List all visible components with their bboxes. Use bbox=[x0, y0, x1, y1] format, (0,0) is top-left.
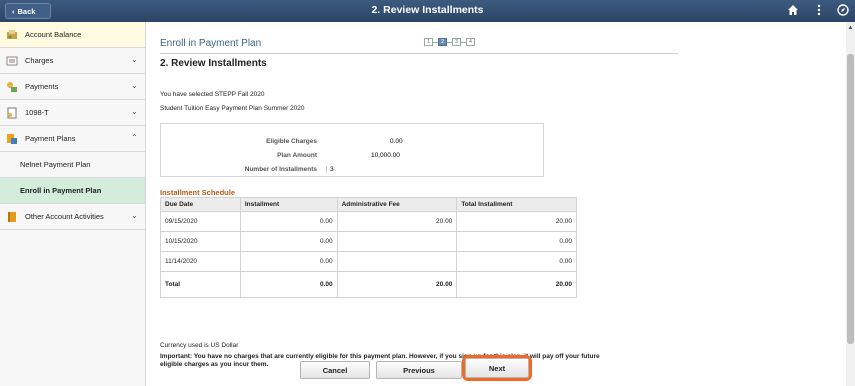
chevron-down-icon: ⌄ bbox=[131, 55, 138, 64]
total-installment-cell: 0.00 bbox=[456, 231, 577, 252]
page-title: 2. Review Installments bbox=[160, 58, 267, 69]
selected-plan-text: You have selected STEPP Fall 2020 bbox=[160, 91, 265, 98]
scroll-up-arrow-icon[interactable]: ▲ bbox=[847, 25, 854, 31]
payments-icon bbox=[7, 81, 17, 92]
sidebar: Account Balance Charges ⌄ Payments ⌄ 109… bbox=[0, 22, 146, 386]
sidebar-item-label: Payments bbox=[25, 82, 59, 91]
due-date-cell: 09/15/2020 bbox=[160, 211, 241, 232]
chevron-down-icon: ⌄ bbox=[131, 211, 138, 220]
column-header: Total Installment bbox=[456, 197, 577, 212]
installment-cell: 0.00 bbox=[239, 251, 338, 272]
total-admin-fee-sum: 20.00 bbox=[336, 271, 458, 298]
due-date-cell: 11/14/2020 bbox=[160, 251, 241, 272]
table-row: 10/15/2020 0.00 0.00 bbox=[160, 231, 577, 252]
column-header: Installment bbox=[239, 197, 338, 212]
admin-fee-cell: 20.00 bbox=[336, 211, 458, 232]
currency-note: Currency used is US Dollar bbox=[160, 342, 239, 349]
selected-plan-description: Student Tuition Easy Payment Plan Summer… bbox=[160, 105, 305, 112]
installment-cell: 0.00 bbox=[239, 231, 338, 252]
sidebar-item-label: Other Account Activities bbox=[25, 212, 104, 221]
step-2-current: 2 bbox=[438, 38, 447, 46]
chevron-down-icon: ⌄ bbox=[131, 81, 138, 90]
admin-fee-cell bbox=[336, 231, 458, 252]
payment-plans-icon bbox=[7, 133, 17, 144]
folder-icon bbox=[8, 211, 16, 222]
sidebar-item-label: Charges bbox=[25, 56, 54, 65]
account-balance-icon bbox=[7, 29, 17, 39]
table-header-row: Due Date Installment Administrative Fee … bbox=[160, 197, 577, 212]
sidebar-item-payment-plans[interactable]: Payment Plans ⌃ bbox=[0, 126, 145, 152]
sidebar-item-payments[interactable]: Payments ⌄ bbox=[0, 74, 145, 100]
sidebar-item-other-account-activities[interactable]: Other Account Activities ⌄ bbox=[0, 204, 145, 230]
total-installment-cell: 0.00 bbox=[456, 251, 577, 272]
table-row: 11/14/2020 0.00 0.00 bbox=[160, 251, 577, 272]
sidebar-item-label: Account Balance bbox=[25, 30, 82, 39]
tax-form-icon bbox=[7, 107, 17, 118]
plan-amount-value: 10,000.00 bbox=[371, 152, 400, 159]
main-content: Enroll in Payment Plan 1 2 3 4 2. Review… bbox=[146, 22, 846, 386]
eligible-charges-label: Eligible Charges bbox=[266, 138, 317, 145]
step-3: 3 bbox=[452, 38, 461, 46]
divider bbox=[160, 53, 678, 54]
home-icon[interactable] bbox=[786, 4, 800, 18]
due-date-cell: 10/15/2020 bbox=[160, 231, 241, 252]
installment-cell: 0.00 bbox=[239, 211, 338, 232]
table-row: 09/15/2020 0.00 20.00 20.00 bbox=[160, 211, 577, 232]
scrollbar-thumb[interactable] bbox=[847, 54, 854, 344]
charges-icon bbox=[6, 56, 18, 65]
table-total-row: Total 0.00 20.00 20.00 bbox=[160, 271, 577, 298]
navbar-compass-icon[interactable] bbox=[836, 4, 850, 18]
sidebar-item-enroll-in-payment-plan[interactable]: Enroll in Payment Plan bbox=[0, 178, 145, 204]
sidebar-item-nelnet-payment-plan[interactable]: Nelnet Payment Plan bbox=[0, 152, 145, 178]
step-indicator: 1 2 3 4 bbox=[424, 38, 475, 46]
installments-count-value: 3 bbox=[326, 166, 334, 173]
admin-fee-cell bbox=[336, 251, 458, 272]
top-bar: ‹ Back 2. Review Installments bbox=[0, 0, 855, 22]
enroll-title: Enroll in Payment Plan bbox=[160, 38, 262, 49]
step-1: 1 bbox=[424, 38, 433, 46]
total-installment-sum: 0.00 bbox=[239, 271, 338, 298]
installments-count-label: Number of Installments bbox=[244, 166, 317, 173]
plan-amount-label: Plan Amount bbox=[277, 152, 317, 159]
grand-total: 20.00 bbox=[456, 271, 577, 298]
step-4: 4 bbox=[466, 38, 475, 46]
sidebar-item-label: 1098-T bbox=[25, 108, 49, 117]
eligible-charges-value: 0.00 bbox=[390, 138, 403, 145]
column-header: Administrative Fee bbox=[336, 197, 458, 212]
sidebar-item-label: Payment Plans bbox=[25, 134, 76, 143]
sidebar-item-charges[interactable]: Charges ⌄ bbox=[0, 48, 145, 74]
plan-summary-box: Eligible Charges 0.00 Plan Amount 10,000… bbox=[160, 123, 544, 177]
installment-schedule-title: Installment Schedule bbox=[160, 188, 236, 197]
page-header-title: 2. Review Installments bbox=[371, 4, 484, 16]
sidebar-item-label: Nelnet Payment Plan bbox=[20, 160, 91, 169]
sidebar-item-account-balance[interactable]: Account Balance bbox=[0, 22, 145, 48]
sidebar-item-label: Enroll in Payment Plan bbox=[20, 186, 102, 195]
sidebar-item-1098t[interactable]: 1098-T ⌄ bbox=[0, 100, 145, 126]
column-header: Due Date bbox=[160, 197, 241, 212]
more-options-icon[interactable] bbox=[812, 4, 826, 18]
total-installment-cell: 20.00 bbox=[456, 211, 577, 232]
chevron-up-icon: ⌃ bbox=[131, 133, 138, 142]
installment-schedule-table: Due Date Installment Administrative Fee … bbox=[160, 197, 577, 298]
total-label-cell: Total bbox=[160, 271, 241, 298]
previous-button[interactable]: Previous bbox=[376, 361, 462, 379]
chevron-down-icon: ⌄ bbox=[131, 107, 138, 116]
next-button[interactable]: Next bbox=[465, 358, 529, 378]
cancel-button[interactable]: Cancel bbox=[300, 361, 370, 379]
